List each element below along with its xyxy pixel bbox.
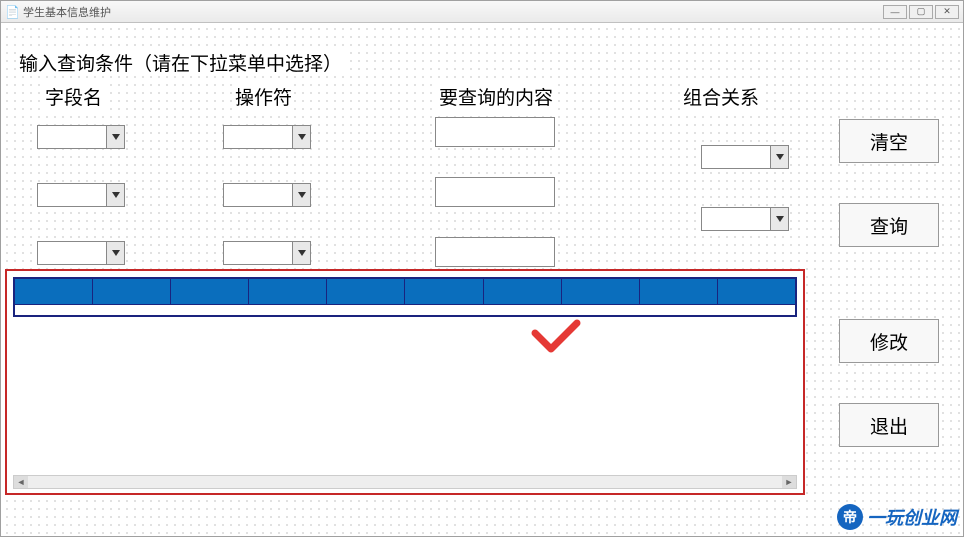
instruction-label: 输入查询条件（请在下拉菜单中选择） [17,49,344,76]
grid-column[interactable] [171,279,249,305]
titlebar: 📄 学生基本信息维护 — ▢ ✕ [1,1,963,23]
relation-column-label: 组合关系 [681,83,761,110]
field-combo-1[interactable] [37,125,125,149]
grid-column[interactable] [562,279,640,305]
operator-combo-3[interactable] [223,241,311,265]
watermark: 帝 一玩创业网 [837,504,957,530]
operator-combo-2[interactable] [223,183,311,207]
scroll-left-icon[interactable]: ◄ [14,476,28,488]
relation-combo-2[interactable] [701,207,789,231]
grid-column[interactable] [405,279,483,305]
app-icon: 📄 [5,5,19,19]
grid-column[interactable] [327,279,405,305]
chevron-down-icon [106,242,124,264]
field-combo-3[interactable] [37,241,125,265]
main-window: 📄 学生基本信息维护 — ▢ ✕ 输入查询条件（请在下拉菜单中选择） 字段名 操… [0,0,964,537]
window-title: 学生基本信息维护 [23,4,111,20]
operator-combo-1[interactable] [223,125,311,149]
maximize-button[interactable]: ▢ [909,5,933,19]
minimize-button[interactable]: — [883,5,907,19]
content-column-label: 要查询的内容 [437,83,555,110]
query-button[interactable]: 查询 [839,203,939,247]
scroll-right-icon[interactable]: ► [782,476,796,488]
close-button[interactable]: ✕ [935,5,959,19]
content-input-3[interactable] [435,237,555,267]
grid-header-row [15,279,795,305]
modify-button[interactable]: 修改 [839,319,939,363]
watermark-text: 一玩创业网 [867,504,957,530]
chevron-down-icon [770,146,788,168]
content-input-1[interactable] [435,117,555,147]
operator-column-label: 操作符 [233,83,294,110]
exit-button[interactable]: 退出 [839,403,939,447]
grid-column[interactable] [249,279,327,305]
grid-column[interactable] [718,279,795,305]
chevron-down-icon [292,184,310,206]
horizontal-scrollbar[interactable]: ◄ ► [13,475,797,489]
content-input-2[interactable] [435,177,555,207]
chevron-down-icon [106,184,124,206]
chevron-down-icon [292,126,310,148]
grid-column[interactable] [484,279,562,305]
field-combo-2[interactable] [37,183,125,207]
results-grid[interactable]: ◄ ► [5,269,805,495]
grid-column[interactable] [15,279,93,305]
chevron-down-icon [770,208,788,230]
form-area: 输入查询条件（请在下拉菜单中选择） 字段名 操作符 要查询的内容 组合关系 清空… [1,23,963,536]
grid-column[interactable] [93,279,171,305]
relation-combo-1[interactable] [701,145,789,169]
watermark-logo-icon: 帝 [837,504,863,530]
chevron-down-icon [106,126,124,148]
chevron-down-icon [292,242,310,264]
clear-button[interactable]: 清空 [839,119,939,163]
grid-body [7,323,803,489]
grid-column[interactable] [640,279,718,305]
field-column-label: 字段名 [43,83,104,110]
